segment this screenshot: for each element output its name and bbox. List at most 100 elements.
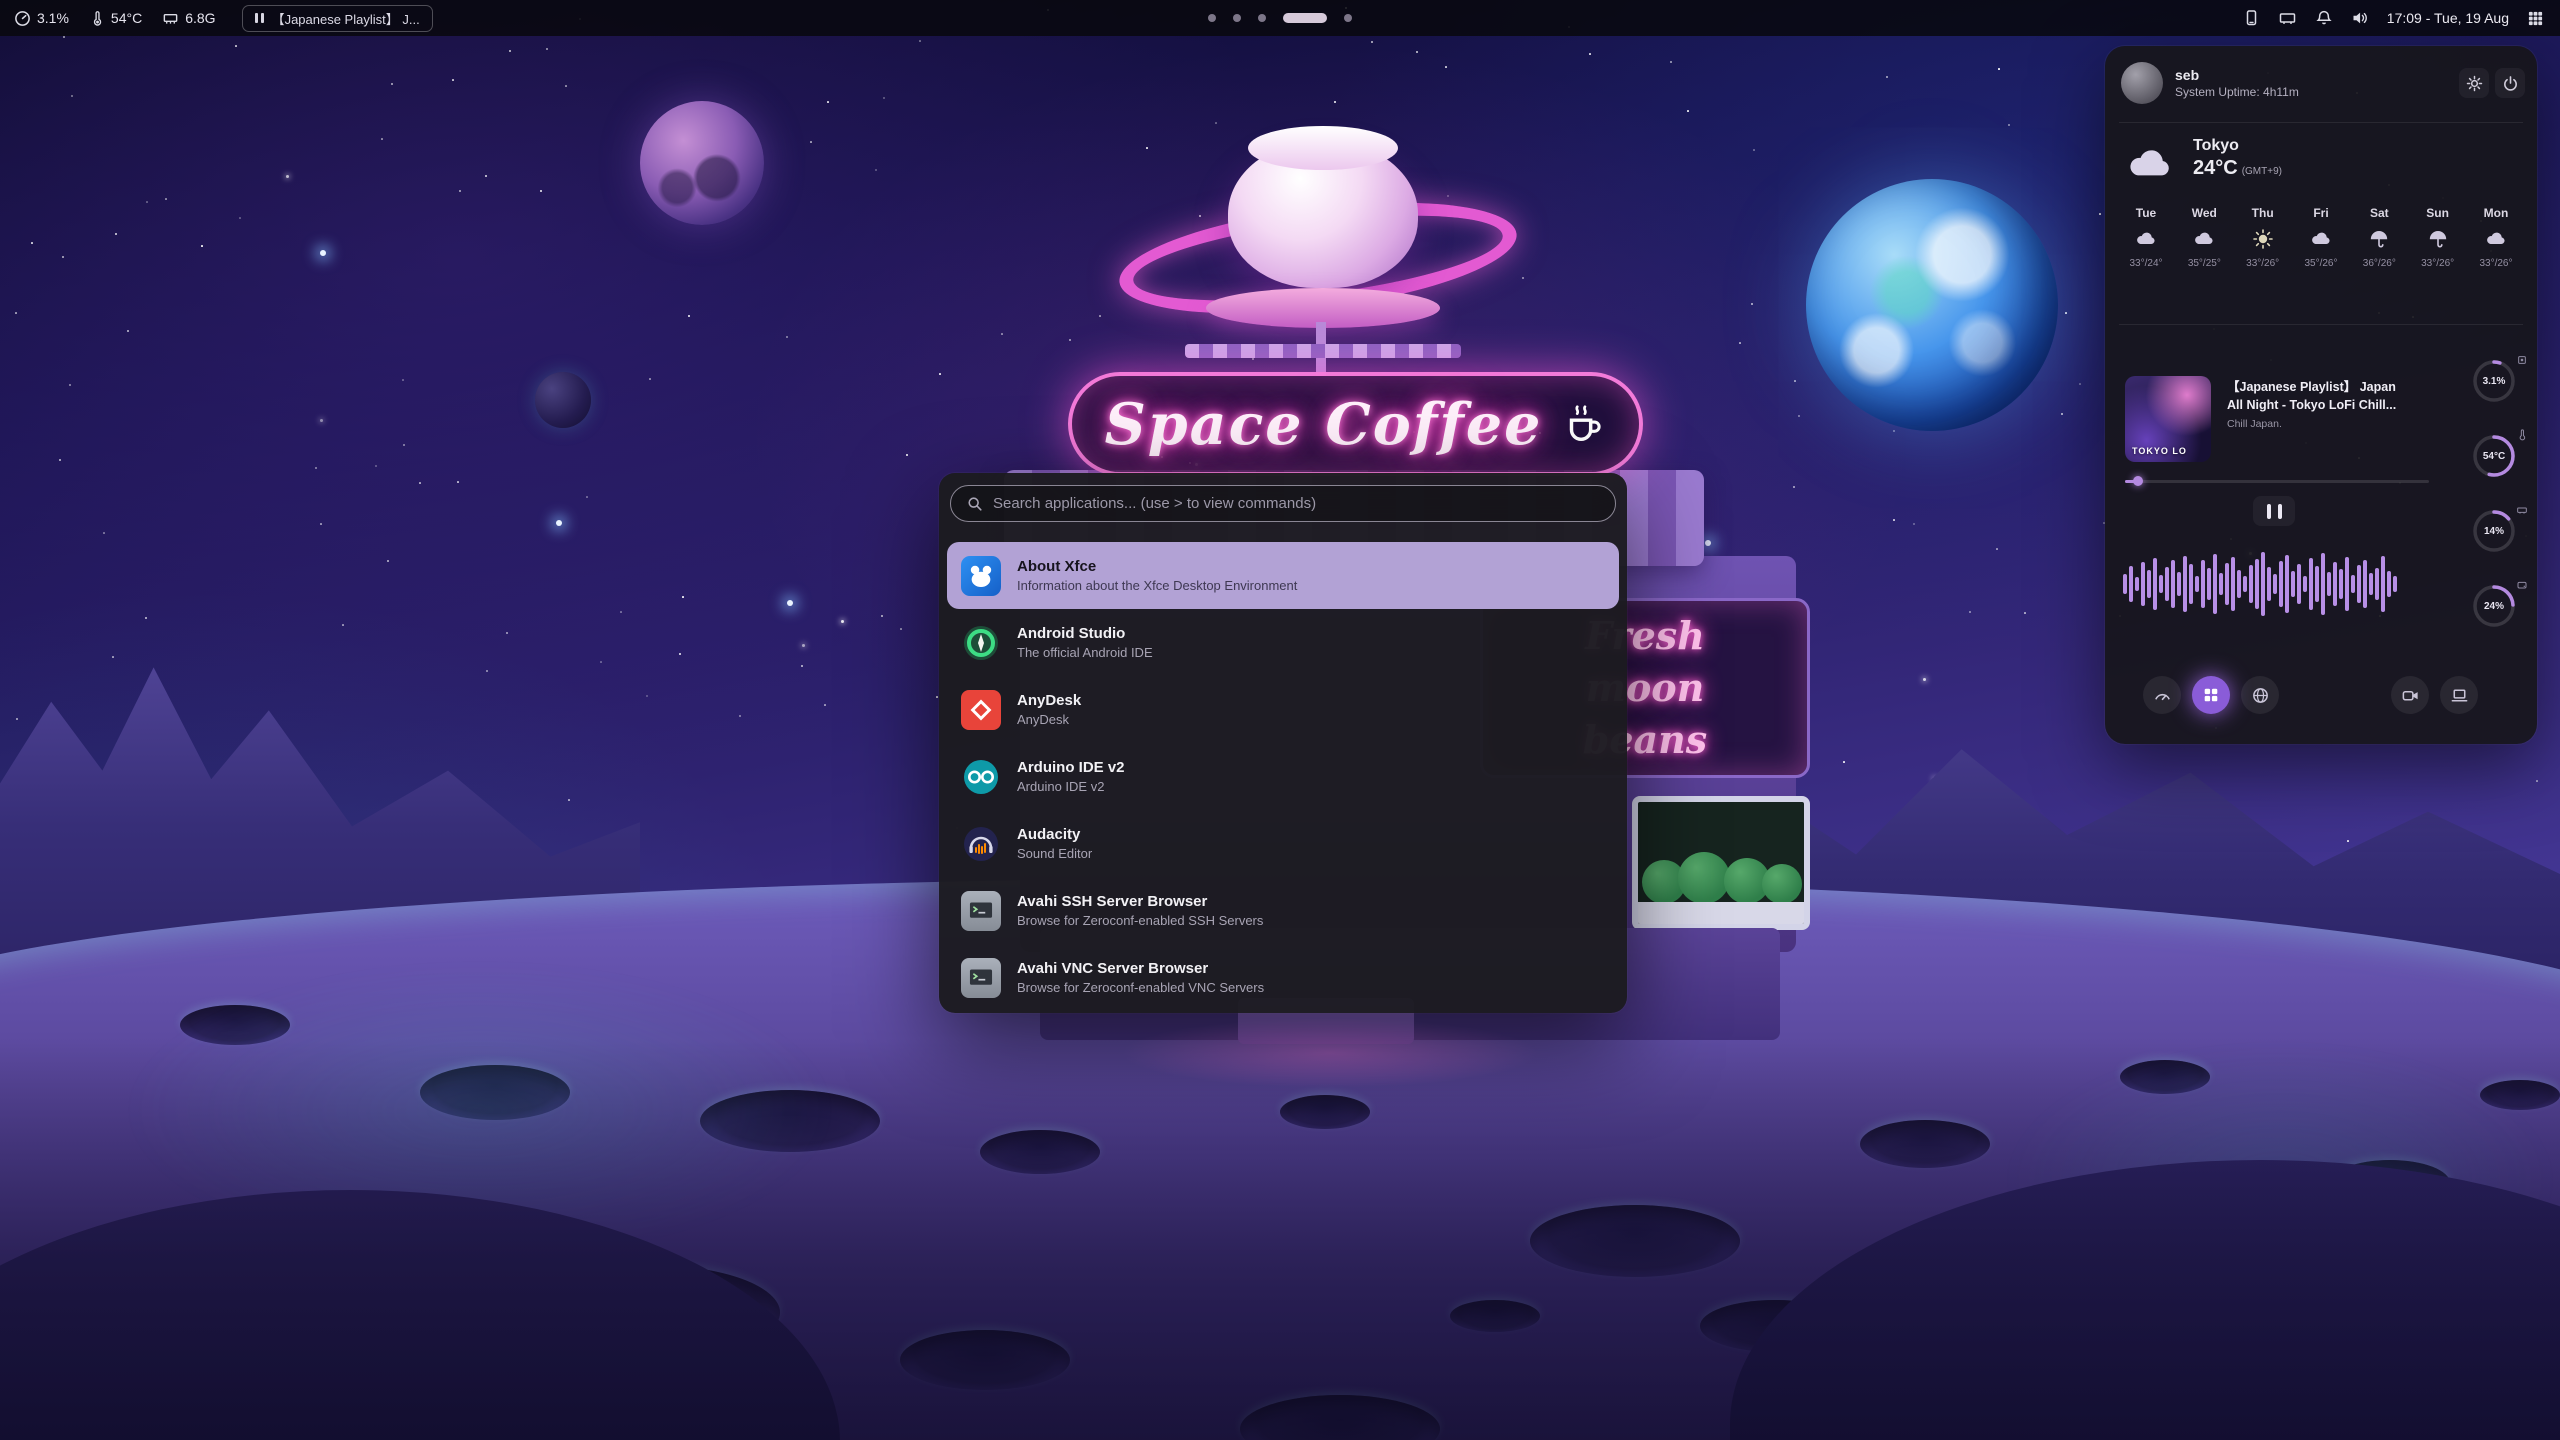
temperature-stat: 54°C bbox=[2470, 433, 2522, 479]
now-playing-widget[interactable]: 【Japanese Playlist】 J... bbox=[242, 5, 433, 32]
app-name: Avahi SSH Server Browser bbox=[1017, 893, 1263, 911]
star bbox=[682, 596, 684, 598]
app-description: AnyDesk bbox=[1017, 712, 1081, 728]
network-icon[interactable] bbox=[2278, 9, 2297, 27]
pause-button[interactable] bbox=[2253, 496, 2295, 526]
waveform-bar bbox=[2231, 557, 2235, 611]
star bbox=[71, 95, 73, 97]
waveform-bar bbox=[2291, 571, 2295, 597]
launcher-search[interactable] bbox=[950, 485, 1616, 522]
divider bbox=[2119, 324, 2523, 325]
clock[interactable]: 17:09 - Tue, 19 Aug bbox=[2387, 10, 2509, 26]
star bbox=[486, 670, 488, 672]
cloud-icon bbox=[2192, 227, 2216, 251]
workspace-dot[interactable] bbox=[1233, 14, 1241, 22]
forecast-day: Wed 35°/25° bbox=[2179, 206, 2229, 269]
star bbox=[103, 532, 105, 534]
umbrella-icon bbox=[2426, 227, 2450, 251]
star bbox=[457, 481, 459, 483]
umbrella-icon bbox=[2367, 227, 2391, 251]
dashboard-button[interactable] bbox=[2143, 676, 2181, 714]
star bbox=[1996, 548, 1998, 550]
cloud-icon bbox=[2134, 227, 2158, 251]
result-avahi-ssh[interactable]: Avahi SSH Server Browser Browse for Zero… bbox=[947, 877, 1619, 944]
sparkle-star bbox=[787, 600, 793, 606]
star bbox=[127, 330, 129, 332]
earth bbox=[1806, 179, 2058, 431]
apps-grid-icon[interactable] bbox=[2527, 10, 2544, 27]
temperature-value: 54°C bbox=[111, 10, 142, 26]
bell-icon[interactable] bbox=[2315, 9, 2333, 27]
xfce-icon bbox=[961, 556, 1001, 596]
star bbox=[1969, 611, 1971, 613]
settings-button[interactable] bbox=[2459, 68, 2489, 98]
star bbox=[600, 661, 602, 663]
workspace-dot-active[interactable] bbox=[1283, 13, 1327, 23]
user-section: seb System Uptime: 4h11m bbox=[2121, 60, 2525, 106]
star bbox=[1416, 51, 1418, 53]
player-progress[interactable] bbox=[2125, 476, 2429, 486]
album-art[interactable]: TOKYO LO bbox=[2125, 376, 2211, 462]
search-input[interactable] bbox=[993, 495, 1599, 512]
star bbox=[509, 50, 511, 52]
workspace-dot[interactable] bbox=[1344, 14, 1352, 22]
screen-button[interactable] bbox=[2440, 676, 2478, 714]
gear-icon bbox=[2466, 75, 2483, 92]
star bbox=[239, 217, 241, 219]
result-avahi-vnc[interactable]: Avahi VNC Server Browser Browse for Zero… bbox=[947, 944, 1619, 1011]
forecast-day: Thu 33°/26° bbox=[2238, 206, 2288, 269]
camera-button[interactable] bbox=[2391, 676, 2429, 714]
waveform-bar bbox=[2363, 560, 2367, 608]
star bbox=[1001, 333, 1003, 335]
workspace-dot[interactable] bbox=[1208, 14, 1216, 22]
launcher-results: About Xfce Information about the Xfce De… bbox=[939, 542, 1627, 1011]
cpu-icon bbox=[2516, 354, 2528, 366]
workspace-dot[interactable] bbox=[1258, 14, 1266, 22]
result-android-studio[interactable]: Android Studio The official Android IDE bbox=[947, 609, 1619, 676]
result-audacity[interactable]: Audacity Sound Editor bbox=[947, 810, 1619, 877]
waveform-bar bbox=[2159, 575, 2163, 593]
star bbox=[1069, 339, 1071, 341]
star bbox=[810, 141, 812, 143]
phone-sync-icon[interactable] bbox=[2242, 9, 2260, 27]
star bbox=[452, 79, 454, 81]
memory-indicator[interactable]: 6.8G bbox=[162, 10, 215, 27]
waveform-bar bbox=[2243, 576, 2247, 592]
star bbox=[387, 560, 389, 562]
star bbox=[419, 482, 421, 484]
cpu-indicator[interactable]: 3.1% bbox=[14, 10, 69, 27]
waveform-bar bbox=[2285, 555, 2289, 613]
cpu-gauge-icon bbox=[14, 10, 31, 27]
volume-icon[interactable] bbox=[2351, 9, 2369, 27]
waveform-bar bbox=[2213, 554, 2217, 614]
waveform-bar bbox=[2327, 572, 2331, 596]
star bbox=[824, 704, 826, 706]
star bbox=[646, 695, 648, 697]
waveform-bar bbox=[2225, 563, 2229, 605]
star bbox=[315, 467, 317, 469]
temperature-indicator[interactable]: 54°C bbox=[89, 10, 142, 27]
result-about-xfce[interactable]: About Xfce Information about the Xfce De… bbox=[947, 542, 1619, 609]
disk-icon bbox=[2516, 579, 2528, 591]
app-name: Arduino IDE v2 bbox=[1017, 759, 1125, 777]
globe-button[interactable] bbox=[2241, 676, 2279, 714]
power-button[interactable] bbox=[2495, 68, 2525, 98]
divider bbox=[2119, 122, 2523, 123]
star bbox=[459, 190, 461, 192]
star bbox=[875, 169, 877, 171]
result-anydesk[interactable]: AnyDesk AnyDesk bbox=[947, 676, 1619, 743]
waveform-bar bbox=[2141, 562, 2145, 606]
waveform-bar bbox=[2129, 566, 2133, 602]
coffee-cup-icon bbox=[1560, 401, 1606, 447]
star bbox=[2347, 840, 2349, 842]
progress-knob[interactable] bbox=[2133, 476, 2143, 486]
result-arduino[interactable]: Arduino IDE v2 Arduino IDE v2 bbox=[947, 743, 1619, 810]
anydesk-icon bbox=[961, 690, 1001, 730]
album-label: TOKYO LO bbox=[2132, 446, 2187, 456]
star bbox=[1199, 215, 1201, 217]
avatar[interactable] bbox=[2121, 62, 2163, 104]
waveform-bar bbox=[2171, 560, 2175, 608]
apps-button[interactable] bbox=[2192, 676, 2230, 714]
star bbox=[381, 138, 383, 140]
star bbox=[649, 378, 651, 380]
